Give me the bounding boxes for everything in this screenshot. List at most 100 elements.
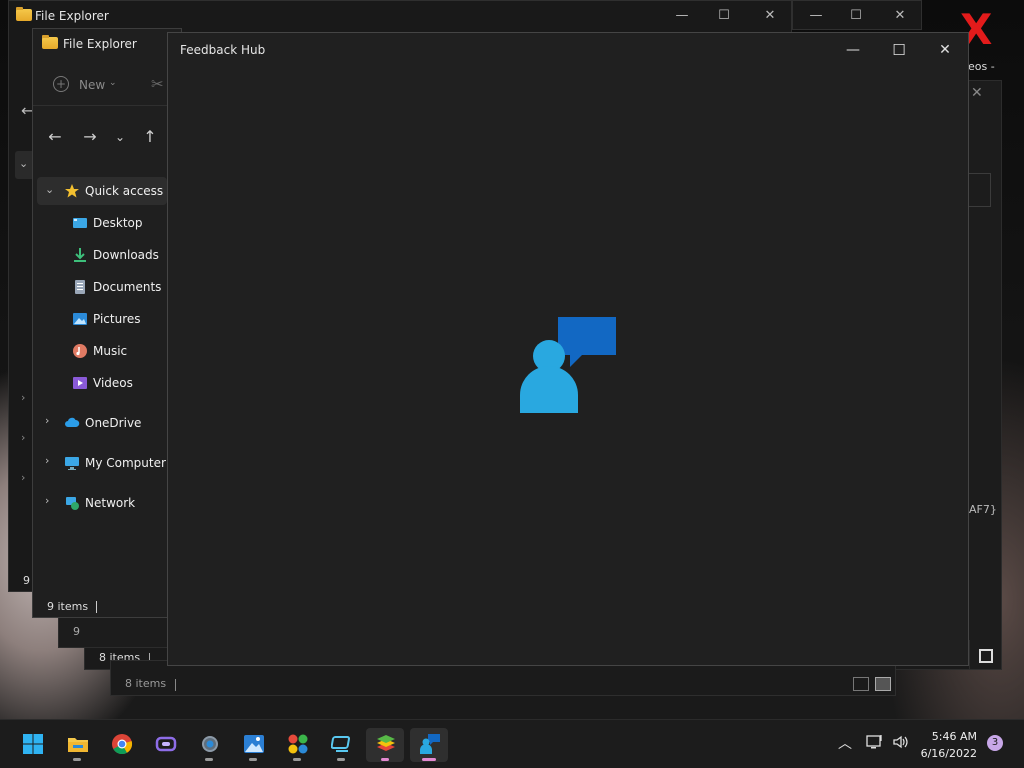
show-hidden-icons-chevron-icon[interactable]: ︿ [838, 733, 852, 753]
close-icon[interactable]: ✕ [971, 85, 983, 101]
chevron-right-icon: › [21, 391, 26, 404]
chevron-right-icon[interactable]: › [45, 414, 49, 427]
recent-locations-chevron-icon[interactable]: ⌄ [108, 125, 132, 149]
cloud-icon [65, 417, 80, 427]
taskbar-chrome[interactable] [102, 728, 140, 762]
back-arrow-icon[interactable]: ← [43, 125, 67, 149]
taskbar-feedback-hub[interactable] [410, 728, 448, 762]
tree-item-label: Desktop [93, 216, 143, 230]
tree-item-videos[interactable]: Videos [37, 369, 167, 397]
taskbar-cyan-app[interactable] [322, 728, 360, 762]
running-indicator [381, 758, 389, 761]
chevron-right-icon: › [21, 431, 26, 444]
running-indicator [205, 758, 213, 761]
navigation-row: ← → ⌄ ↑ [33, 125, 181, 153]
running-indicator [337, 758, 345, 761]
divider [175, 679, 176, 691]
close-button[interactable]: ✕ [877, 1, 921, 29]
desktop-icon [73, 218, 87, 228]
clock[interactable]: 5:46 AM 6/16/2022 [900, 728, 977, 762]
tree-item-label: Videos [93, 376, 133, 390]
pictures-icon [73, 313, 87, 325]
command-bar: + New ⌄ ✂ [33, 69, 181, 106]
notification-badge[interactable]: 3 [987, 735, 1003, 751]
taskbar-colorful-app[interactable] [278, 728, 316, 762]
tree-item-label: Network [85, 496, 136, 510]
desktop-label: eos - [968, 60, 995, 73]
star-icon [65, 184, 79, 198]
chrome-icon [112, 734, 133, 755]
network-icon [66, 497, 79, 510]
tree-item-onedrive[interactable]: › OneDrive [37, 409, 167, 437]
folder-icon [16, 7, 32, 21]
tree-item-downloads[interactable]: Downloads [37, 241, 167, 269]
close-button[interactable]: ✕ [747, 1, 791, 31]
taskbar-photos[interactable] [234, 728, 272, 762]
maximize-button[interactable]: ☐ [701, 1, 747, 31]
taskbar-file-explorer[interactable] [58, 728, 96, 762]
tree-item-label: OneDrive [85, 416, 142, 430]
running-indicator [293, 758, 301, 761]
active-indicator [422, 758, 436, 761]
network-status-icon[interactable] [866, 734, 884, 750]
view-toggle-icon[interactable] [979, 649, 993, 663]
window-title: Feedback Hub [180, 43, 266, 57]
running-indicator [73, 758, 81, 761]
close-button[interactable]: ✕ [922, 35, 968, 65]
taskbar-settings[interactable] [190, 728, 228, 762]
start-button[interactable] [13, 728, 51, 762]
new-button[interactable]: New [79, 78, 105, 92]
maximize-button[interactable]: ☐ [833, 1, 879, 29]
status-text: 9 items [47, 600, 89, 613]
folder-icon [42, 35, 58, 49]
chevron-down-icon[interactable]: ⌄ [45, 183, 54, 196]
gear-icon [202, 736, 218, 752]
feedback-hub-window[interactable]: Feedback Hub — ☐ ✕ [167, 32, 969, 666]
tree-item-label: Music [93, 344, 128, 358]
forward-arrow-icon[interactable]: → [78, 125, 102, 149]
tree-item-network[interactable]: › Network [37, 489, 167, 517]
chevron-right-icon: › [21, 471, 26, 484]
background-window-titlebar[interactable]: — ☐ ✕ [792, 0, 922, 30]
window-title: File Explorer [63, 37, 137, 51]
tree-item-label: Downloads [93, 248, 159, 262]
photos-icon [244, 735, 264, 753]
details-view-icon[interactable] [853, 677, 869, 691]
computer-icon [65, 457, 79, 470]
up-arrow-icon[interactable]: ↑ [138, 125, 162, 149]
chevron-down-icon: ⌄ [19, 157, 29, 170]
guid-text: AF7} [969, 503, 997, 516]
running-indicator [249, 758, 257, 761]
feedback-hub-logo-icon [520, 317, 616, 413]
taskbar-purple-app[interactable] [146, 728, 184, 762]
purple-app-icon [155, 736, 177, 752]
titlebar[interactable]: File Explorer [33, 29, 181, 59]
titlebar[interactable]: Feedback Hub — ☐ ✕ [168, 33, 968, 63]
tree-item-pictures[interactable]: Pictures [37, 305, 167, 333]
minimize-button[interactable]: — [659, 1, 705, 31]
minimize-button[interactable]: — [830, 35, 876, 65]
download-icon [74, 248, 86, 262]
tree-item-label: Pictures [93, 312, 141, 326]
tree-item-my-computer[interactable]: › My Computer [37, 449, 167, 477]
windows-logo-icon [23, 734, 43, 754]
tree-item-music[interactable]: Music [37, 337, 167, 365]
tree-item-label: Quick access [85, 184, 164, 198]
tree-item-desktop[interactable]: Desktop [37, 209, 167, 237]
chevron-right-icon[interactable]: › [45, 454, 49, 467]
taskbar-bluestacks[interactable] [366, 728, 404, 762]
titlebar[interactable]: File Explorer — ☐ ✕ [9, 1, 791, 31]
chevron-right-icon[interactable]: › [45, 494, 49, 507]
tree-item-documents[interactable]: Documents [37, 273, 167, 301]
maximize-button[interactable]: ☐ [876, 35, 922, 65]
time-text: 5:46 AM [931, 730, 977, 743]
status-text: 8 items [125, 677, 167, 690]
tree-item-quick-access[interactable]: ⌄ Quick access [37, 177, 167, 205]
file-explorer-window[interactable]: File Explorer + New ⌄ ✂ ← → ⌄ ↑ ⌄ Quick … [32, 28, 182, 618]
chevron-down-icon: ⌄ [109, 78, 117, 88]
tree-item-label: Documents [93, 280, 162, 294]
cyan-app-icon [331, 736, 350, 752]
cut-icon[interactable]: ✂ [151, 75, 164, 93]
input-box[interactable] [967, 173, 991, 207]
tiles-view-icon[interactable] [875, 677, 891, 691]
